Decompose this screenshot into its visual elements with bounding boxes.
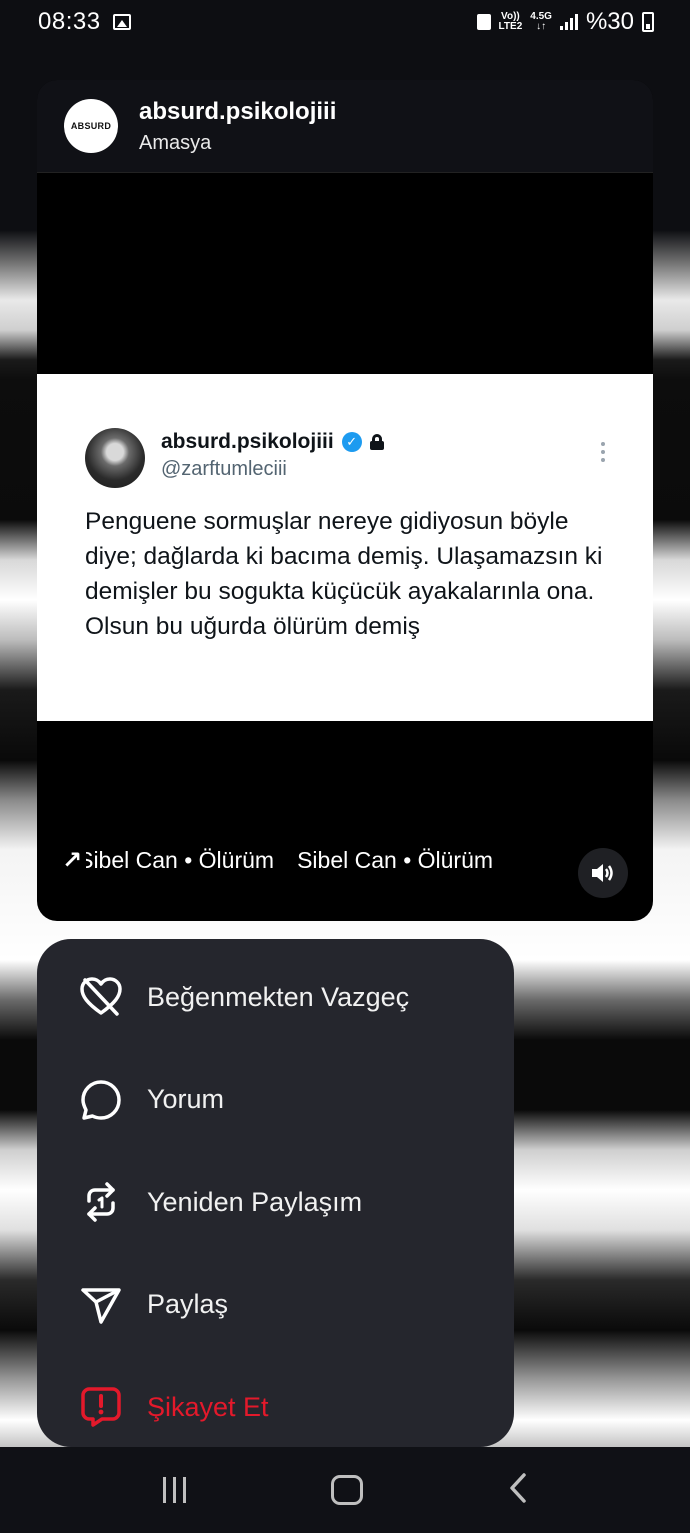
speaker-icon	[592, 864, 613, 882]
repost-label: Yeniden Paylaşım	[147, 1186, 363, 1217]
back-button[interactable]	[508, 1472, 528, 1509]
status-indicators: Vo)) LTE2 4.5G ↓↑ %30	[476, 8, 654, 36]
battery-icon	[642, 12, 654, 32]
post-username[interactable]: absurd.psikolojiii	[139, 98, 336, 126]
battery-percent: %30	[585, 8, 634, 35]
avatar[interactable]: ABSURD	[64, 99, 118, 153]
send-icon	[79, 1283, 123, 1327]
chevron-left-icon	[509, 1472, 526, 1503]
comment-label: Yorum	[147, 1084, 225, 1115]
post-header: ABSURD absurd.psikolojiii Amasya	[37, 80, 653, 173]
report-label: Şikayet Et	[147, 1391, 269, 1422]
tweet-avatar	[85, 428, 145, 488]
post-action-menu: Beğenmekten Vazgeç Yorum Yeniden Paylaşı…	[37, 939, 514, 1447]
more-options-icon	[601, 442, 605, 462]
share-label: Paylaş	[147, 1289, 229, 1320]
data-indicator: 4.5G ↓↑	[530, 11, 552, 32]
unlike-label: Beğenmekten Vazgeç	[147, 981, 410, 1012]
status-bar: 08:33 Vo)) LTE2 4.5G ↓↑ %30	[0, 0, 690, 44]
volume-button[interactable]	[578, 848, 628, 898]
music-label: Sibel Can • Ölürüm	[86, 847, 275, 873]
share-button[interactable]: Paylaş	[37, 1254, 514, 1357]
repost-button[interactable]: Yeniden Paylaşım	[37, 1151, 514, 1254]
secure-folder-icon	[476, 14, 491, 30]
comment-icon	[79, 1078, 123, 1122]
report-icon	[79, 1385, 123, 1429]
repost-icon	[79, 1180, 123, 1224]
tweet-screenshot: absurd.psikolojiii ✓ @zarftumleciii Peng…	[37, 374, 653, 721]
tweet-handle: @zarftumleciii	[161, 458, 287, 480]
home-button[interactable]	[330, 1475, 363, 1505]
tweet-text: Penguene sormuşlar nereye gidiyosun böyl…	[85, 508, 603, 640]
music-info[interactable]: ↗ Sibel Can • Ölürüm Sibel Can • Ölürüm	[62, 846, 536, 875]
heart-crossed-icon	[79, 975, 123, 1019]
arrow-up-right-icon: ↗	[62, 847, 83, 874]
tweet-name: absurd.psikolojiii	[161, 430, 334, 453]
music-label: Sibel Can • Ölürüm	[297, 847, 494, 873]
status-time: 08:33	[38, 8, 101, 35]
system-nav-bar	[0, 1447, 690, 1533]
verified-badge-icon: ✓	[341, 432, 362, 452]
gallery-notification-icon	[112, 14, 131, 30]
report-button[interactable]: Şikayet Et	[37, 1356, 514, 1447]
signal-icon	[559, 14, 578, 30]
post-location[interactable]: Amasya	[139, 132, 336, 155]
post-card[interactable]: ABSURD absurd.psikolojiii Amasya absurd.…	[37, 80, 653, 921]
comment-button[interactable]: Yorum	[37, 1049, 514, 1152]
music-ticker: Sibel Can • Ölürüm Sibel Can • Ölürüm	[86, 847, 536, 874]
volte-indicator: Vo)) LTE2	[498, 11, 523, 32]
recents-button[interactable]	[162, 1477, 186, 1503]
unlike-button[interactable]: Beğenmekten Vazgeç	[37, 946, 514, 1049]
lock-icon	[369, 434, 384, 450]
